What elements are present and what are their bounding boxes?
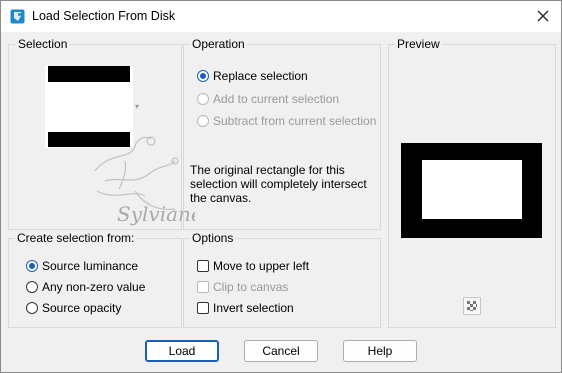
options-group-label: Options [190, 231, 236, 245]
radio-any-non-zero-value[interactable]: Any non-zero value [26, 280, 145, 294]
radio-indicator [197, 93, 209, 105]
radio-indicator [26, 302, 38, 314]
radio-indicator [197, 115, 209, 127]
radio-source-opacity[interactable]: Source opacity [26, 301, 121, 315]
radio-indicator [26, 281, 38, 293]
close-icon [537, 10, 549, 22]
checkbox-indicator [197, 260, 209, 272]
checkbox-label: Clip to canvas [213, 280, 289, 294]
radio-indicator [26, 260, 38, 272]
radio-label: Any non-zero value [42, 280, 146, 294]
radio-add-to-current[interactable]: Add to current selection [197, 92, 339, 106]
dialog-window: Load Selection From Disk Selection ▾ Syl… [0, 0, 562, 373]
thumbnail-top-bar [48, 66, 130, 82]
radio-label: Source opacity [42, 301, 122, 315]
preview-canvas [401, 143, 542, 238]
window-title: Load Selection From Disk [32, 9, 176, 23]
preview-group-label: Preview [395, 37, 442, 51]
help-button[interactable]: Help [343, 340, 417, 362]
cancel-button[interactable]: Cancel [244, 340, 318, 362]
operation-group-label: Operation [190, 37, 247, 51]
radio-label: Subtract from current selection [213, 114, 377, 128]
app-icon [10, 9, 25, 24]
preview-selection-area [422, 160, 522, 219]
checkerboard-icon [467, 301, 477, 311]
checkbox-invert-selection[interactable]: Invert selection [197, 301, 294, 315]
radio-label: Add to current selection [213, 92, 340, 106]
create-from-group-label: Create selection from: [15, 231, 137, 245]
checkbox-clip-to-canvas[interactable]: Clip to canvas [197, 280, 288, 294]
operation-description: The original rectangle for this selectio… [190, 163, 367, 205]
checkbox-indicator [197, 281, 209, 293]
selection-group-label: Selection [16, 37, 70, 51]
transparency-toggle-button[interactable] [463, 297, 481, 315]
checkbox-label: Move to upper left [213, 259, 310, 273]
checkbox-indicator [197, 302, 209, 314]
radio-source-luminance[interactable]: Source luminance [26, 259, 138, 273]
watermark-logo: Sylviane [94, 136, 195, 226]
radio-replace-selection[interactable]: Replace selection [197, 69, 308, 83]
thumbnail-dropdown-arrow-icon[interactable]: ▾ [135, 102, 139, 111]
radio-indicator [197, 70, 209, 82]
checkbox-move-to-upper-left[interactable]: Move to upper left [197, 259, 309, 273]
close-button[interactable] [529, 4, 557, 28]
load-button[interactable]: Load [145, 340, 219, 362]
checkbox-label: Invert selection [213, 301, 294, 315]
title-bar[interactable]: Load Selection From Disk [1, 1, 561, 32]
radio-subtract-from-current[interactable]: Subtract from current selection [197, 114, 376, 128]
radio-label: Source luminance [42, 259, 139, 273]
radio-label: Replace selection [213, 69, 308, 83]
